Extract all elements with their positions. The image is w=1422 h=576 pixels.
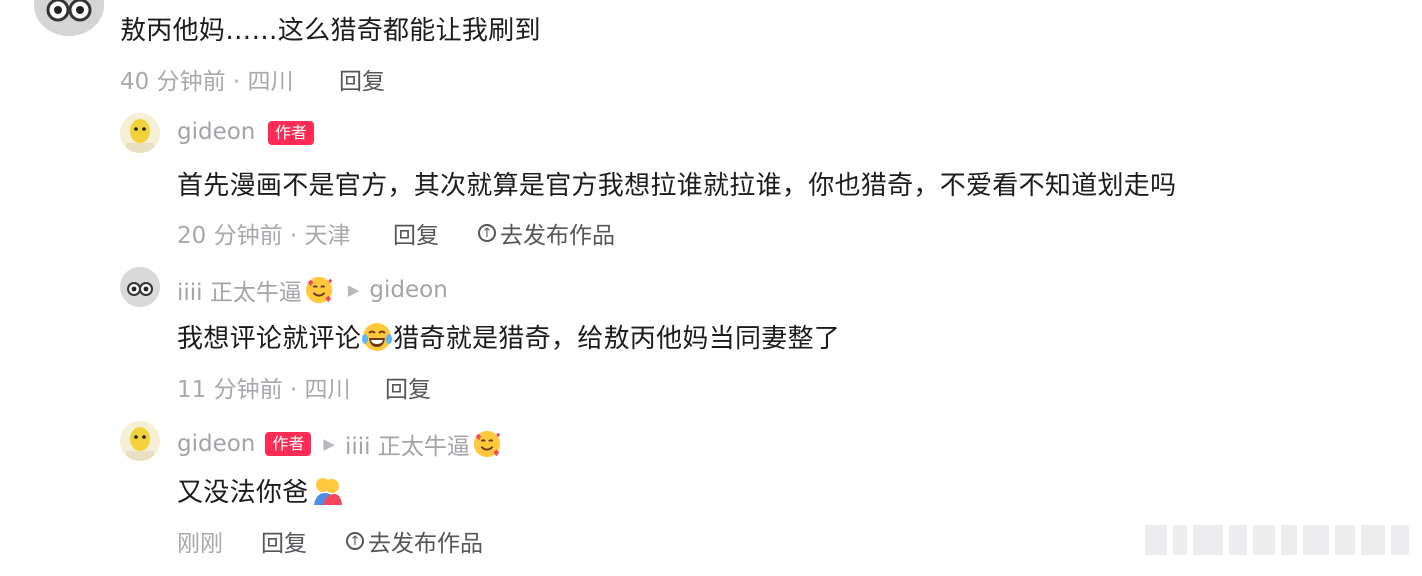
username[interactable]: gideon <box>177 119 255 145</box>
avatar[interactable] <box>120 267 160 307</box>
author-badge: 作者 <box>268 121 315 145</box>
reply-text: 又没法你爸 <box>177 472 343 509</box>
reply-text: 首先漫画不是官方，其次就算是官方我想拉谁就拉谁，你也猎奇，不爱看不知道划走吗 <box>177 171 1177 201</box>
triangle-right-icon: ▶ <box>347 281 360 299</box>
publish-work-button[interactable]: ↑ 去发布作品 <box>346 524 483 558</box>
up-arrow-circle-icon: ↑ <box>346 532 364 550</box>
reply-text: 我想评论就评论 猎奇就是猎奇，给敖丙他妈当同妻整了 <box>177 318 840 355</box>
username[interactable]: gideon <box>177 431 255 457</box>
publish-label: 去发布作品 <box>368 531 483 557</box>
reply-button[interactable]: 回复 <box>261 524 307 558</box>
comment-time-location: 40 分钟前 · 四川 <box>120 69 294 95</box>
comment-text: 敖丙他妈……这么猎奇都能让我刷到 <box>120 16 541 46</box>
publish-work-button[interactable]: ↑ 去发布作品 <box>478 216 615 250</box>
reply-to-username[interactable]: gideon <box>369 277 447 303</box>
publish-label: 去发布作品 <box>500 223 615 249</box>
reply-button[interactable]: 回复 <box>385 370 431 404</box>
reply-button[interactable]: 回复 <box>393 216 439 250</box>
reply-text-part: 又没法你爸 <box>177 478 309 508</box>
up-arrow-circle-icon: ↑ <box>478 224 496 242</box>
username-row: gideon 作者 ▶ iiii 正太牛逼 <box>177 427 502 461</box>
reply-time-location: 20 分钟前 · 天津 <box>177 223 351 249</box>
reply-time-location: 11 分钟前 · 四川 <box>177 377 351 403</box>
avatar[interactable] <box>120 113 160 153</box>
watermark-bar <box>1145 525 1415 555</box>
triangle-right-icon: ▶ <box>323 435 335 453</box>
reply-time-location: 刚刚 <box>177 531 223 557</box>
reply-button[interactable]: 回复 <box>339 62 385 96</box>
smiling-face-with-hearts-emoji <box>304 275 334 305</box>
avatar[interactable] <box>34 0 104 36</box>
tears-of-joy-emoji <box>361 321 393 353</box>
smiling-face-with-hearts-emoji <box>472 429 502 459</box>
avatar[interactable] <box>120 421 160 461</box>
people-hugging-emoji <box>311 475 343 507</box>
reply-text-part: 我想评论就评论 <box>177 324 362 354</box>
username-row: iiii 正太牛逼 ▶ gideon <box>177 273 448 307</box>
reply-to-username[interactable]: iiii 正太牛逼 <box>345 427 470 461</box>
author-badge: 作者 <box>265 432 312 456</box>
reply-text-part: 猎奇就是猎奇，给敖丙他妈当同妻整了 <box>393 324 841 354</box>
username[interactable]: iiii 正太牛逼 <box>177 273 302 307</box>
